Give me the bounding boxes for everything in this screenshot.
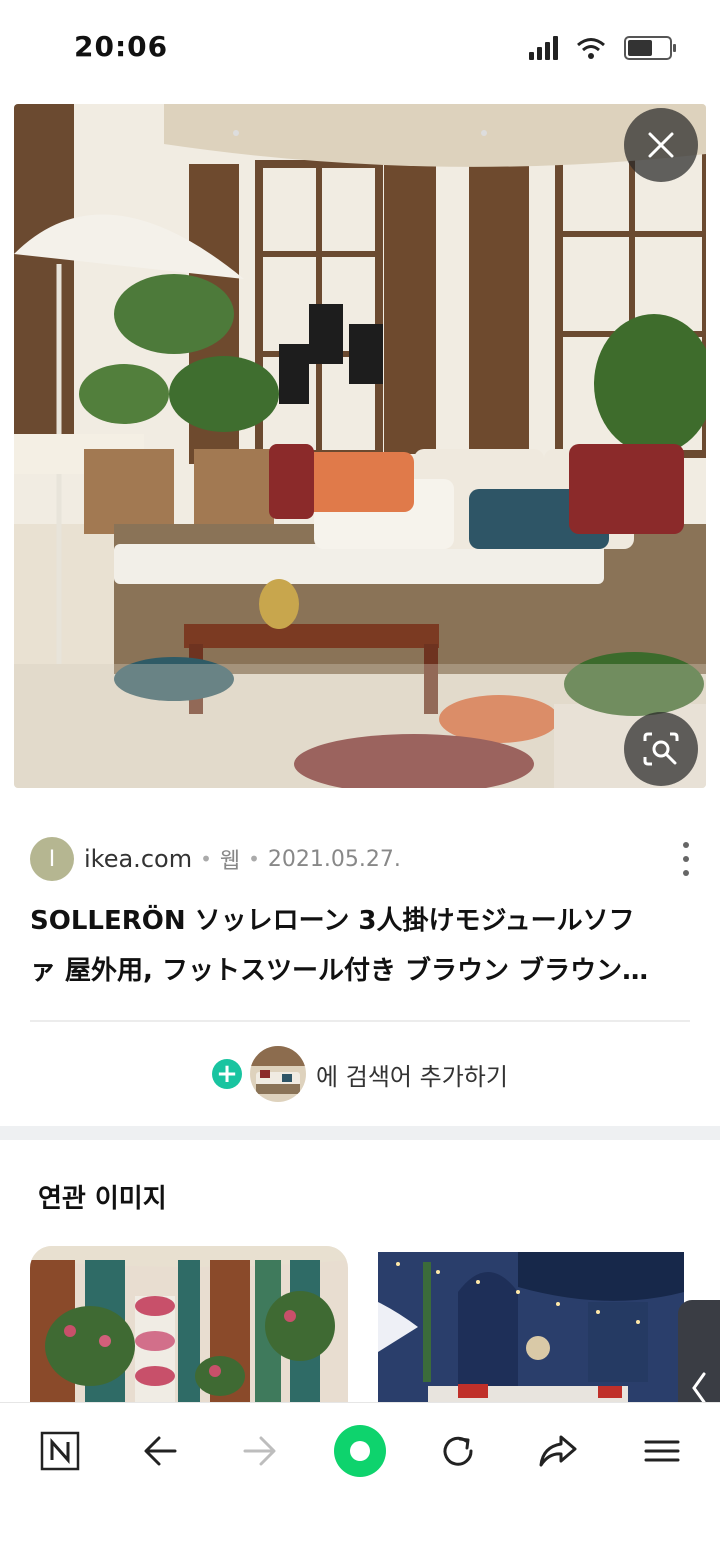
back-button[interactable]	[130, 1421, 190, 1481]
source-domain[interactable]: ikea.com	[84, 845, 192, 873]
green-dot-button[interactable]	[330, 1421, 390, 1481]
status-icons	[529, 36, 676, 60]
green-dot-icon	[334, 1425, 386, 1477]
related-image[interactable]	[378, 1252, 684, 1416]
thumbnail-image	[250, 1046, 307, 1102]
divider	[30, 1020, 690, 1022]
wifi-icon	[577, 38, 605, 59]
signal-icon	[529, 36, 558, 60]
main-image[interactable]	[14, 104, 706, 788]
forward-button[interactable]	[230, 1421, 290, 1481]
menu-icon	[644, 1440, 680, 1462]
result-title-line: SOLLERÖN ソッレローン 3人掛けモジュールソフ	[30, 906, 635, 936]
back-arrow-icon	[144, 1436, 177, 1466]
naver-home-icon	[40, 1431, 80, 1471]
source-date: 2021.05.27.	[267, 846, 401, 872]
separator-dot: •	[200, 847, 212, 871]
menu-button[interactable]	[632, 1421, 692, 1481]
close-button[interactable]	[624, 108, 698, 182]
source-avatar[interactable]: I	[30, 837, 74, 881]
separator-dot: •	[248, 847, 260, 871]
source-row: I ikea.com • 웹 • 2021.05.27.	[30, 836, 696, 882]
section-separator	[0, 1126, 720, 1140]
result-title-line: ァ 屋外用, フットスツール付き ブラウン ブラウン…	[30, 956, 649, 986]
result-title[interactable]: SOLLERÖN ソッレローン 3人掛けモジュールソフ ァ 屋外用, フットスツ…	[30, 896, 696, 996]
battery-icon	[624, 36, 676, 60]
add-search-label: 에 검색어 추가하기	[316, 1062, 508, 1091]
status-bar: 20:06	[0, 0, 720, 96]
close-icon	[648, 132, 674, 158]
status-time: 20:06	[74, 30, 169, 63]
image-search-button[interactable]	[624, 712, 698, 786]
related-images-title: 연관 이미지	[38, 1184, 167, 1214]
image-search-icon	[643, 732, 679, 766]
home-indicator	[233, 130, 487, 136]
source-type: 웹	[219, 849, 241, 874]
forward-arrow-icon	[243, 1436, 276, 1466]
more-options-icon[interactable]	[676, 842, 696, 876]
related-image[interactable]	[30, 1246, 348, 1416]
naver-home-button[interactable]	[30, 1421, 90, 1481]
add-search-term-button[interactable]: + 에 검색어 추가하기	[0, 1044, 720, 1104]
chevron-left-icon	[692, 1372, 706, 1404]
refresh-button[interactable]	[428, 1421, 488, 1481]
plus-icon: +	[212, 1059, 243, 1089]
bottom-navigation	[0, 1402, 720, 1559]
share-button[interactable]	[528, 1421, 588, 1481]
refresh-icon	[443, 1436, 473, 1466]
share-icon	[539, 1435, 577, 1467]
